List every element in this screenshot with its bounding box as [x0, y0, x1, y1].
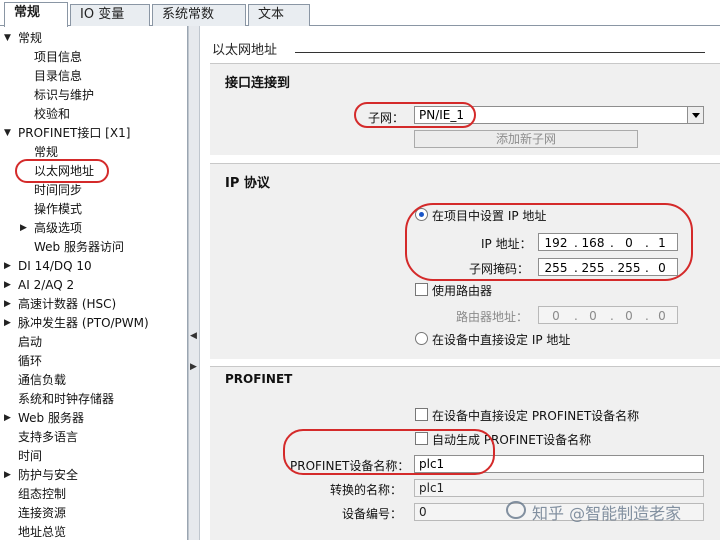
tree-item[interactable]: 高级选项: [34, 219, 82, 238]
chat-bubble-icon: [506, 501, 526, 519]
tree-item[interactable]: 启动: [18, 333, 42, 352]
ip-address-label: IP 地址：: [481, 237, 532, 251]
tree-item[interactable]: AI 2/AQ 2: [18, 276, 74, 295]
tree-item[interactable]: 以太网地址: [34, 162, 94, 181]
auto-generate-name-label: 自动生成 PROFINET设备名称: [432, 433, 592, 447]
ip-octet-3: 0: [625, 236, 633, 250]
mask-octet-3: 255: [617, 261, 641, 275]
use-router-checkbox[interactable]: [415, 283, 428, 296]
mask-octet-4: 0: [658, 261, 666, 275]
expanded-arrow-icon[interactable]: ▼: [4, 124, 11, 143]
tree-item[interactable]: 标识与维护: [34, 86, 94, 105]
chevron-down-icon[interactable]: [687, 107, 703, 123]
subnet-mask-field[interactable]: 255 . 255 . 255 . 0: [538, 258, 678, 276]
mask-octet-1: 255: [544, 261, 568, 275]
router-address-field[interactable]: 0 . 0 . 0 . 0: [538, 306, 678, 324]
tree-item[interactable]: 时间同步: [34, 181, 82, 200]
tree-item[interactable]: 项目信息: [34, 48, 82, 67]
radio-set-ip-in-project[interactable]: [415, 208, 428, 221]
interface-panel: 接口连接到 子网： PN/IE_1 添加新子网: [210, 63, 720, 155]
tree-item[interactable]: 高速计数器 (HSC): [18, 295, 116, 314]
subnet-select[interactable]: PN/IE_1: [414, 106, 704, 124]
properties-content: 以太网地址 接口连接到 子网： PN/IE_1 添加新子网 IP 协议 在项目中…: [200, 26, 720, 540]
set-name-on-device-checkbox[interactable]: [415, 408, 428, 421]
use-router-label: 使用路由器: [432, 284, 493, 298]
tree-item[interactable]: Web 服务器访问: [34, 238, 124, 257]
router-address-label: 路由器地址：: [456, 310, 529, 324]
collapsed-arrow-icon[interactable]: ▶: [4, 276, 11, 295]
tree-item[interactable]: PROFINET接口 [X1]: [18, 124, 130, 143]
title-divider: [295, 52, 705, 53]
tree-item[interactable]: 脉冲发生器 (PTO/PWM): [18, 314, 149, 333]
subnet-value: PN/IE_1: [419, 108, 465, 122]
panel-splitter[interactable]: ◀ ▶: [188, 26, 200, 540]
tree-item[interactable]: 时间: [18, 447, 42, 466]
radio-set-ip-on-device-label: 在设备中直接设定 IP 地址: [432, 333, 571, 347]
device-name-input[interactable]: plc1: [414, 455, 704, 473]
device-name-label: PROFINET设备名称：: [290, 459, 410, 473]
tab-io-tags[interactable]: IO 变量: [70, 4, 150, 26]
subnet-mask-label: 子网掩码：: [469, 262, 530, 276]
auto-generate-name-checkbox[interactable]: [415, 432, 428, 445]
watermark-text: 知乎 @智能制造老家: [532, 504, 682, 523]
set-name-on-device-label: 在设备中直接设定 PROFINET设备名称: [432, 409, 640, 423]
router-octet-1: 0: [552, 309, 560, 323]
collapsed-arrow-icon[interactable]: ▶: [4, 295, 11, 314]
tree-item[interactable]: 地址总览: [18, 523, 66, 540]
navigation-tree: ▼ 常规 项目信息 目录信息 标识与维护 校验和 ▼ PROFINET接口 [X1] 常规 以太网…: [0, 26, 188, 540]
tree-item[interactable]: 循环: [18, 352, 42, 371]
collapsed-arrow-icon[interactable]: ▶: [4, 409, 11, 428]
router-octet-3: 0: [625, 309, 633, 323]
ip-octet-1: 192: [544, 236, 568, 250]
tree-item[interactable]: 常规: [34, 143, 58, 162]
tree-item[interactable]: 连接资源: [18, 504, 66, 523]
collapsed-arrow-icon[interactable]: ▶: [4, 314, 11, 333]
ip-protocol-heading: IP 协议: [225, 176, 270, 191]
radio-set-ip-on-device[interactable]: [415, 332, 428, 345]
tab-system-constants[interactable]: 系统常数: [152, 4, 246, 26]
tree-item[interactable]: 校验和: [34, 105, 70, 124]
tree-item[interactable]: 系统和时钟存储器: [18, 390, 114, 409]
tabbar-empty-area: [312, 0, 720, 25]
tree-item[interactable]: 常规: [18, 29, 42, 48]
expanded-arrow-icon[interactable]: ▼: [4, 29, 11, 48]
mask-octet-2: 255: [581, 261, 605, 275]
router-octet-4: 0: [658, 309, 666, 323]
expand-right-icon[interactable]: ▶: [190, 362, 197, 372]
tree-item[interactable]: Web 服务器: [18, 409, 84, 428]
collapsed-arrow-icon[interactable]: ▶: [20, 219, 27, 238]
subnet-label: 子网：: [368, 111, 405, 125]
tree-item[interactable]: DI 14/DQ 10: [18, 257, 92, 276]
tree-item[interactable]: 支持多语言: [18, 428, 78, 447]
ip-protocol-panel: IP 协议 在项目中设置 IP 地址 IP 地址： 192 . 168 . 0 …: [210, 163, 720, 359]
collapsed-arrow-icon[interactable]: ▶: [4, 466, 11, 485]
radio-set-ip-in-project-label: 在项目中设置 IP 地址: [432, 209, 547, 223]
tree-item[interactable]: 通信负载: [18, 371, 66, 390]
ip-address-field[interactable]: 192 . 168 . 0 . 1: [538, 233, 678, 251]
collapsed-arrow-icon[interactable]: ▶: [4, 257, 11, 276]
page-title: 以太网地址: [212, 43, 278, 58]
tree-item[interactable]: 防护与安全: [18, 466, 78, 485]
tree-item[interactable]: 目录信息: [34, 67, 82, 86]
profinet-heading: PROFINET: [225, 372, 293, 386]
property-tab-bar: 常规 IO 变量 系统常数 文本: [0, 0, 720, 27]
watermark: 知乎 @智能制造老家: [506, 499, 720, 523]
add-new-subnet-button[interactable]: 添加新子网: [414, 130, 638, 148]
converted-name-field: plc1: [414, 479, 704, 497]
tab-texts[interactable]: 文本: [248, 4, 310, 26]
collapse-left-icon[interactable]: ◀: [190, 331, 197, 341]
tree-item[interactable]: 操作模式: [34, 200, 82, 219]
interface-heading: 接口连接到: [225, 76, 291, 91]
tree-item[interactable]: 组态控制: [18, 485, 66, 504]
converted-name-label: 转换的名称：: [330, 483, 403, 497]
ip-octet-2: 168: [581, 236, 605, 250]
tab-general[interactable]: 常规: [4, 2, 68, 27]
router-octet-2: 0: [589, 309, 597, 323]
ip-octet-4: 1: [658, 236, 666, 250]
device-number-label: 设备编号：: [342, 507, 403, 521]
